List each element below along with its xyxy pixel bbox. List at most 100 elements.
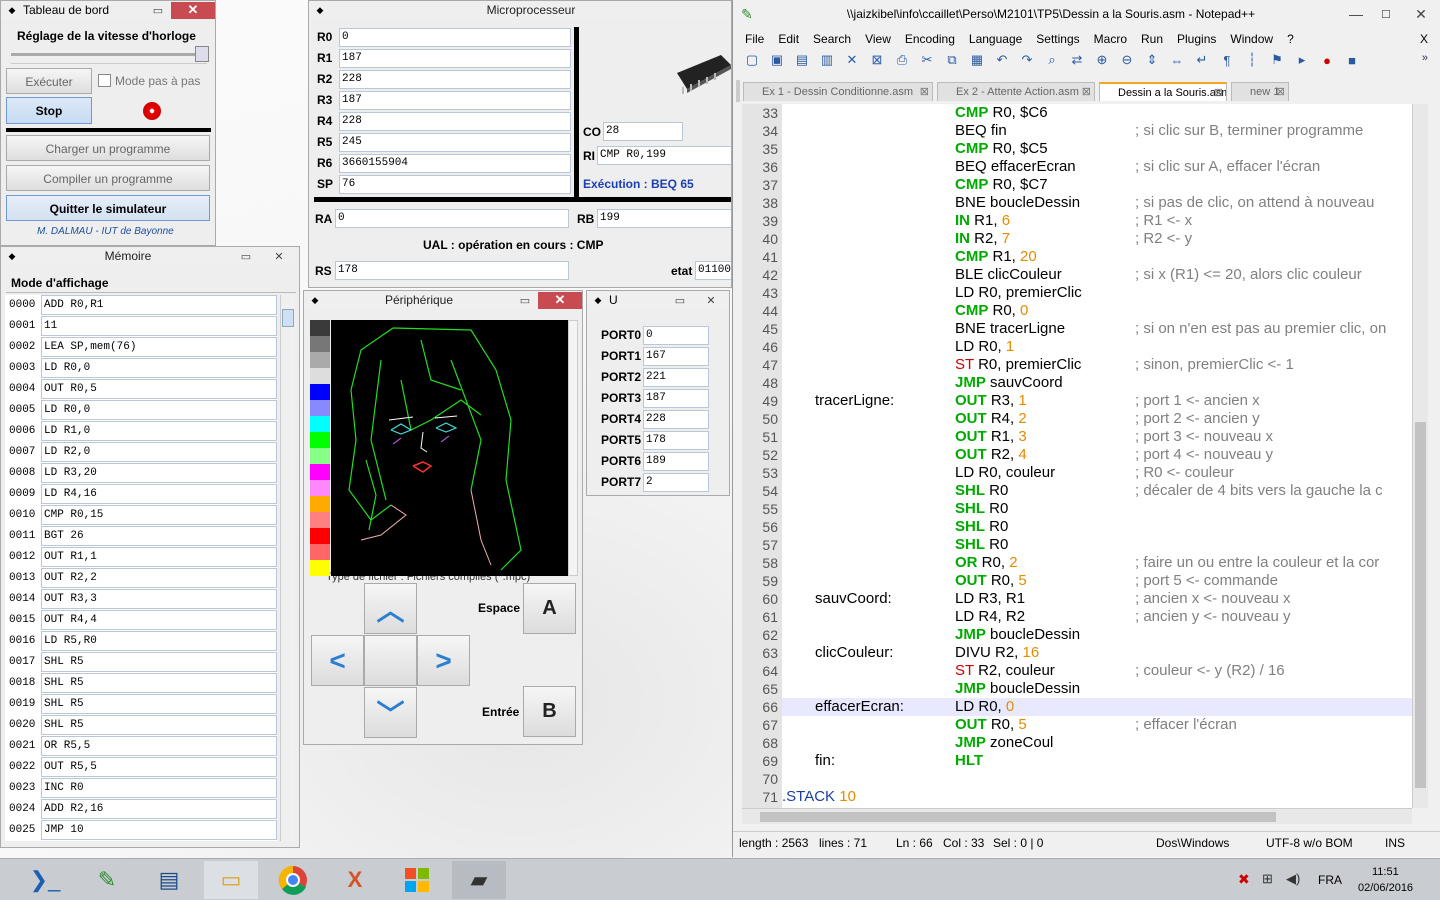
document-icon[interactable]: ▤ — [142, 861, 196, 899]
code-line[interactable]: CMP R0, $C5 — [782, 140, 1412, 158]
lang-icon[interactable]: ⚑ — [1266, 50, 1288, 70]
menu-item[interactable]: Edit — [778, 32, 799, 46]
chip-simulator-icon[interactable]: ▰ — [452, 861, 506, 899]
code-line[interactable]: OR R0, 2 ; faire un ou entre la couleur e… — [782, 554, 1412, 572]
left-arrow-button[interactable]: < — [311, 635, 364, 686]
memory-row[interactable]: 0025 JMP 10 — [5, 820, 277, 841]
code-line[interactable]: sauvCoord: LD R3, R1 ; ancien x <- nouveau… — [782, 590, 1412, 608]
code-line[interactable]: ST R0, premierClic ; sinon, premierClic <… — [782, 356, 1412, 374]
code-line[interactable]: tracerLigne: OUT R3, 1 ; port 1 <- ancien … — [782, 392, 1412, 410]
memory-scrollbar[interactable] — [280, 295, 295, 841]
chrome-icon[interactable] — [266, 861, 320, 899]
palette-swatch[interactable] — [310, 368, 330, 384]
tab-close-icon[interactable]: ⊠ — [1276, 83, 1285, 101]
zoom-out-icon[interactable]: ⊖ — [1116, 50, 1138, 70]
memory-row[interactable]: 0014 OUT R3,3 — [5, 589, 277, 610]
b-button[interactable]: B — [523, 686, 576, 737]
palette-swatch[interactable] — [310, 320, 330, 336]
tab-close-icon[interactable]: ⊠ — [1082, 83, 1091, 101]
redo-icon[interactable]: ↷ — [1016, 50, 1038, 70]
code-line[interactable]: OUT R0, 5 ; effacer l'écran — [782, 716, 1412, 734]
menu-item[interactable]: Window — [1230, 32, 1273, 46]
memory-row[interactable]: 0009 LD R4,16 — [5, 484, 277, 505]
code-line[interactable]: CMP R1, 20 — [782, 248, 1412, 266]
palette-swatch[interactable] — [310, 432, 330, 448]
all-chars-icon[interactable]: ¶ — [1216, 50, 1238, 70]
menu-item[interactable]: Language — [969, 32, 1022, 46]
palette-swatch[interactable] — [310, 496, 330, 512]
port-value[interactable]: 178 — [643, 430, 709, 450]
port-value[interactable]: 0 — [643, 325, 709, 345]
memory-value[interactable]: BGT 26 — [41, 526, 277, 546]
register-value[interactable]: 187 — [339, 90, 571, 110]
register-value[interactable]: 76 — [339, 174, 571, 194]
code-editor[interactable]: 33 34 35 36 37 38 39 40 41 42 43 44 45 46 47 48 49 50 51 52… — [742, 104, 1412, 808]
speed-slider[interactable] — [195, 46, 209, 62]
save-icon[interactable]: ▤ — [791, 50, 813, 70]
vscroll-thumb[interactable] — [1415, 422, 1426, 788]
language-indicator[interactable]: FRA — [1318, 873, 1342, 887]
memory-value[interactable]: LD R5,R0 — [41, 631, 277, 651]
horizontal-scrollbar[interactable] — [742, 808, 1412, 824]
menu-item[interactable]: Plugins — [1177, 32, 1216, 46]
close-button[interactable]: ✕ — [171, 1, 215, 19]
new-file-icon[interactable]: ▢ — [741, 50, 763, 70]
close-button[interactable]: ✕ — [1401, 6, 1440, 23]
memory-row[interactable]: 0019 SHL R5 — [5, 694, 277, 715]
code-line[interactable]: CMP R0, $C7 — [782, 176, 1412, 194]
memory-row[interactable]: 0021 OR R5,5 — [5, 736, 277, 757]
execute-button[interactable]: Exécuter — [6, 68, 92, 94]
menu-item[interactable]: View — [865, 32, 891, 46]
minimize-button[interactable]: ▭ — [667, 292, 693, 309]
code-line[interactable]: CMP R0, 0 — [782, 302, 1412, 320]
code-line[interactable]: clicCouleur: DIVU R2, 16 — [782, 644, 1412, 662]
register-value[interactable]: 0 — [339, 27, 571, 47]
windows-store-icon[interactable] — [390, 861, 444, 899]
code-line[interactable]: IN R2, 7 ; R2 <- y — [782, 230, 1412, 248]
color-palette[interactable] — [310, 320, 330, 576]
co-field[interactable]: 28 — [603, 122, 683, 141]
up-arrow-button[interactable]: ︿ — [364, 583, 417, 634]
find-icon[interactable]: ⌕ — [1041, 50, 1063, 70]
file-tab[interactable]: Ex 2 - Attente Action.asm ⊠ — [937, 82, 1095, 101]
menu-item[interactable]: Settings — [1036, 32, 1079, 46]
zoom-in-icon[interactable]: ⊕ — [1091, 50, 1113, 70]
memory-value[interactable]: OR R5,5 — [41, 736, 277, 756]
copy-icon[interactable]: ⧉ — [941, 50, 963, 70]
memory-value[interactable]: CMP R0,15 — [41, 505, 277, 525]
file-explorer-icon[interactable]: ▭ — [204, 861, 258, 899]
memory-value[interactable]: LD R0,0 — [41, 358, 277, 378]
ra-field[interactable]: 0 — [335, 209, 569, 228]
port-value[interactable]: 221 — [643, 367, 709, 387]
memory-row[interactable]: 0007 LD R2,0 — [5, 442, 277, 463]
network-icon[interactable]: ⊞ — [1262, 871, 1273, 887]
open-file-icon[interactable]: ▣ — [766, 50, 788, 70]
etat-field[interactable]: 01100 — [695, 261, 731, 280]
memory-value[interactable]: OUT R3,3 — [41, 589, 277, 609]
register-value[interactable]: 245 — [339, 132, 571, 152]
code-line[interactable]: BEQ fin ; si clic sur B, terminer program… — [782, 122, 1412, 140]
memory-value[interactable]: SHL R5 — [41, 673, 277, 693]
register-value[interactable]: 187 — [339, 48, 571, 68]
memory-row[interactable]: 0020 SHL R5 — [5, 715, 277, 736]
register-value[interactable]: 228 — [339, 69, 571, 89]
volume-icon[interactable]: ◀) — [1286, 871, 1300, 887]
memory-value[interactable]: SHL R5 — [41, 652, 277, 672]
compile-program-button[interactable]: Compiler un programme — [6, 165, 210, 191]
hscroll-thumb[interactable] — [760, 812, 1276, 822]
palette-swatch[interactable] — [310, 352, 330, 368]
port-value[interactable]: 187 — [643, 388, 709, 408]
minimize-button[interactable]: ▭ — [233, 248, 259, 265]
code-line[interactable]: SHL R0 ; décaler de 4 bits vers la gauche… — [782, 482, 1412, 500]
memory-row[interactable]: 0012 OUT R1,1 — [5, 547, 277, 568]
replace-icon[interactable]: ⇄ — [1066, 50, 1088, 70]
undo-icon[interactable]: ↶ — [991, 50, 1013, 70]
code-line[interactable]: CMP R0, $C6 — [782, 104, 1412, 122]
memory-value[interactable]: LD R1,0 — [41, 421, 277, 441]
memory-value[interactable]: OUT R0,5 — [41, 379, 277, 399]
a-button[interactable]: A — [523, 583, 576, 634]
memory-value[interactable]: JMP 10 — [41, 820, 277, 840]
code-line[interactable]: JMP sauvCoord — [782, 374, 1412, 392]
file-tab[interactable]: Ex 1 - Dessin Conditionne.asm ⊠ — [743, 82, 933, 101]
palette-swatch[interactable] — [310, 384, 330, 400]
